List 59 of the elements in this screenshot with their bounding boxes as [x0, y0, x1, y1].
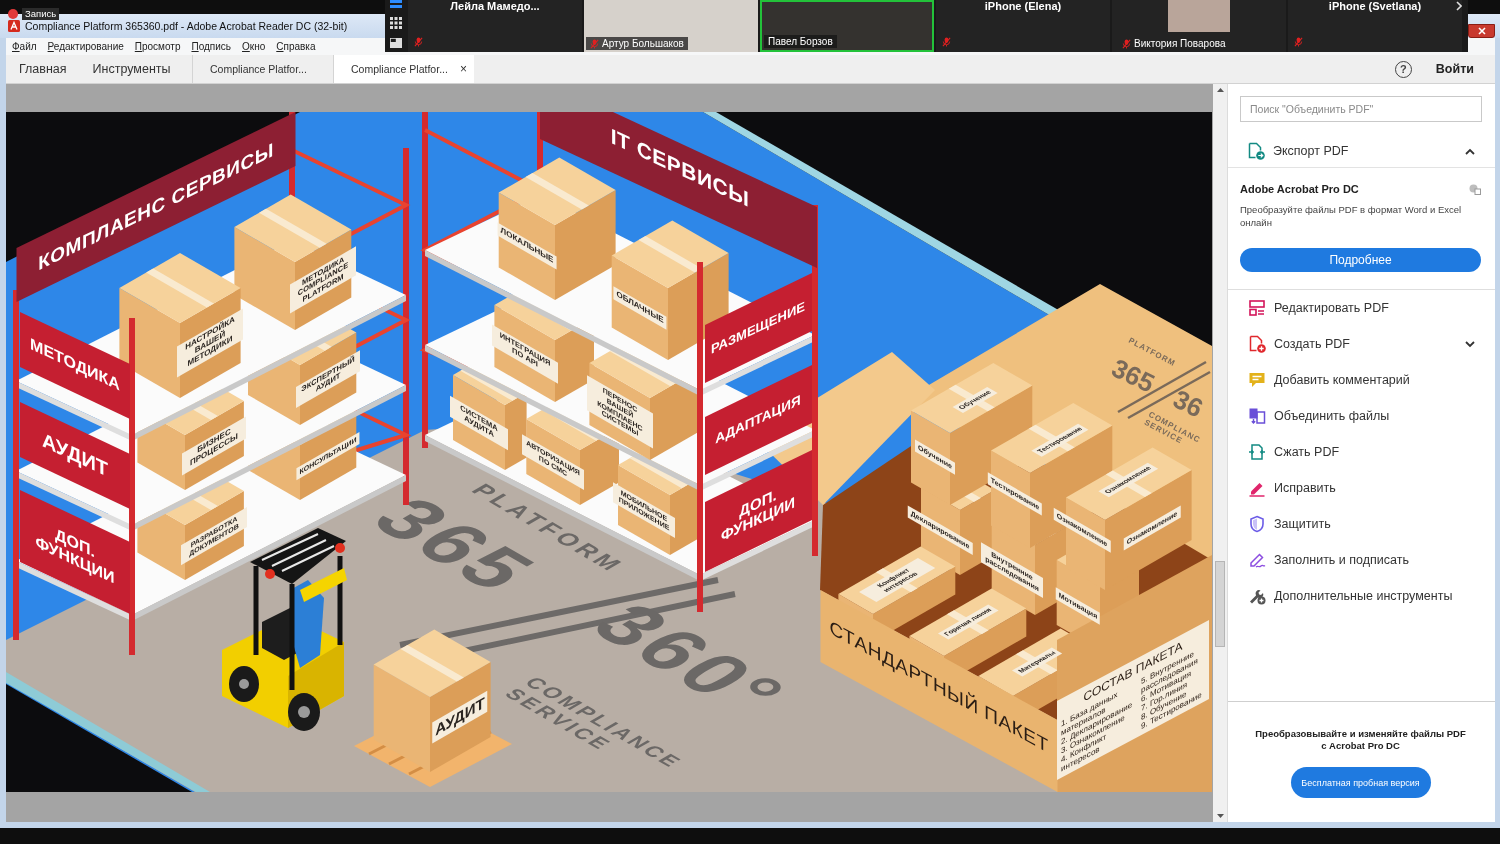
tool-item[interactable]: Защитить: [1274, 517, 1331, 531]
participant-name: Лейла Мамедо...: [450, 0, 540, 12]
pages-icon: [1469, 183, 1481, 195]
tool-item[interactable]: Добавить комментарий: [1274, 373, 1410, 387]
tab-close-button[interactable]: ×: [458, 62, 469, 76]
tool-section-title[interactable]: Экспорт PDF: [1273, 144, 1349, 158]
close-button[interactable]: [1468, 24, 1495, 38]
bars-icon[interactable]: [389, 0, 402, 8]
layout-icon: [1248, 299, 1266, 317]
tool-item[interactable]: Редактировать PDF: [1274, 301, 1389, 315]
menu-item[interactable]: Подпись: [191, 41, 232, 52]
window-title: Compliance Platform 365360.pdf - Adobe Acrobat Reader DC (32-bit): [25, 20, 348, 32]
shield-icon: [1248, 515, 1266, 533]
grid-icon[interactable]: [389, 17, 402, 29]
promo-text: Преобразовывайте и изменяйте файлы PDF с Acrobat Pro DC: [1254, 728, 1467, 752]
photo-placeholder: [1168, 0, 1230, 32]
app-icon: [8, 20, 20, 32]
comment-icon: [1248, 371, 1266, 389]
tab[interactable]: Главная: [6, 55, 80, 83]
search-field[interactable]: Поиск "Объединить PDF": [1240, 96, 1482, 122]
document-plus-icon: [1248, 335, 1266, 353]
learn-more-button[interactable]: Подробнее: [1240, 248, 1481, 272]
product-title: Adobe Acrobat Pro DC: [1240, 183, 1359, 195]
menu-item[interactable]: Просмотр: [134, 41, 181, 52]
menu-item[interactable]: Окно: [242, 41, 266, 52]
participant-name: iPhone (Svetlana): [1328, 0, 1422, 12]
participant-name: iPhone (Elena): [984, 0, 1062, 12]
window-layout-icon[interactable]: [389, 38, 402, 48]
free-trial-button[interactable]: Бесплатная пробная версия: [1290, 767, 1431, 798]
tool-item[interactable]: Исправить: [1274, 481, 1336, 495]
participant-name: Павел Борзов: [768, 36, 833, 47]
participant-name: Артур Большаков: [602, 38, 684, 49]
scroll-down-icon[interactable]: [1216, 814, 1224, 818]
scroll-up-icon[interactable]: [1216, 88, 1224, 92]
scrollbar-thumb[interactable]: [1215, 561, 1225, 647]
tool-item[interactable]: Заполнить и подписать: [1274, 553, 1409, 567]
document-tab[interactable]: Compliance Platfor... ×: [333, 55, 474, 83]
chevron-down-icon[interactable]: [1465, 340, 1475, 348]
chevron-right-icon[interactable]: [1456, 1, 1462, 11]
description: Преобразуйте файлы PDF в формат Word и Excel онлайн: [1240, 203, 1463, 229]
compress-icon: [1248, 443, 1266, 461]
chevron-up-icon[interactable]: [1465, 147, 1475, 155]
tool-item[interactable]: Сжать PDF: [1274, 445, 1340, 459]
participant-name: Виктория Поварова: [1134, 38, 1226, 49]
tool-item[interactable]: Дополнительные инструменты: [1274, 589, 1453, 603]
sign-in-button[interactable]: Войти: [1435, 62, 1474, 76]
tab[interactable]: Инструменты: [79, 55, 184, 83]
menu-item[interactable]: Редактирование: [47, 41, 124, 52]
recording-dot-icon: [8, 9, 18, 19]
tool-item[interactable]: Создать PDF: [1274, 337, 1350, 351]
menu-item[interactable]: Справка: [276, 41, 316, 52]
documents-icon: [1248, 407, 1266, 425]
menu-item[interactable]: Файл: [12, 41, 37, 52]
recording-label: Запись: [22, 8, 60, 20]
document-arrow-icon: [1247, 142, 1265, 160]
tool-item[interactable]: Объединить файлы: [1274, 409, 1390, 423]
close-icon: [1477, 27, 1486, 35]
signature-pen-icon: [1248, 551, 1266, 569]
wrench-plus-icon: [1248, 587, 1266, 605]
